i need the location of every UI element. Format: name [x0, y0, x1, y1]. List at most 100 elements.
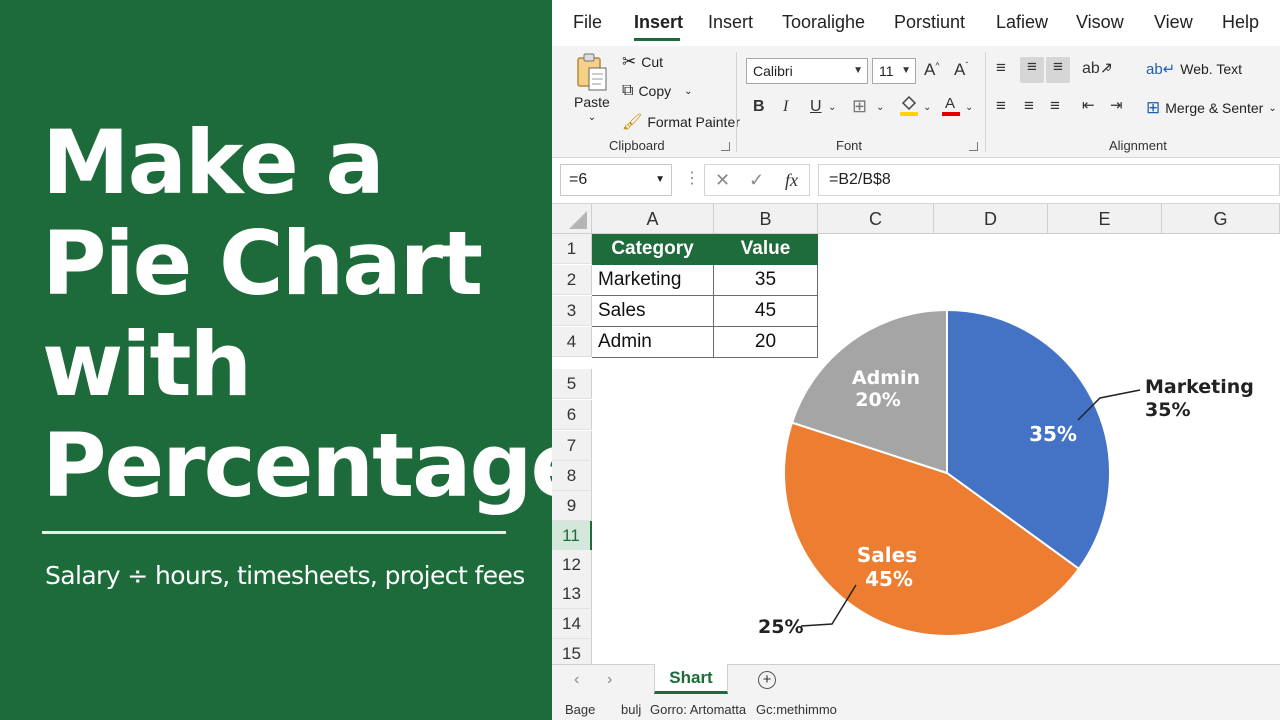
copy-button[interactable]: ⧉ Copy ⌄ [622, 82, 693, 100]
bold-button[interactable]: B [753, 98, 765, 116]
menu-file[interactable]: File [573, 12, 602, 33]
sheet-tab-shart[interactable]: Shart [654, 664, 728, 694]
pie-chart[interactable]: Admin 20% 35% Marketing 35% Sales 45% 25… [552, 204, 1280, 664]
status-bar: Bage bulj Gorro: Artomatta Gc:methimmo [552, 696, 1280, 720]
font-name-value: Calibri [753, 63, 793, 79]
paste-dropdown-icon[interactable]: ⌄ [588, 112, 596, 123]
copy-icon: ⧉ [622, 82, 634, 99]
align-left-icon[interactable]: ≡ [996, 96, 1006, 116]
menu-lafiew[interactable]: Lafiew [996, 12, 1048, 33]
merge-cells-icon: ⊞ [1146, 98, 1161, 117]
cancel-icon[interactable]: ✕ [715, 170, 730, 191]
headline-line-1: Make a [42, 111, 385, 214]
menu-porstiunt[interactable]: Porstiunt [894, 12, 965, 33]
borders-icon[interactable]: ⊞ [852, 96, 867, 117]
align-right-icon[interactable]: ≡ [1050, 96, 1060, 116]
wrap-text-button[interactable]: ab↵ Web. Text [1146, 60, 1242, 78]
menu-view[interactable]: View [1154, 12, 1193, 33]
menu-visow[interactable]: Visow [1076, 12, 1124, 33]
label-admin-pct: 20% [855, 389, 900, 411]
paste-button[interactable]: Paste ⌄ [574, 52, 610, 123]
font-color-button[interactable]: A [941, 94, 961, 123]
paste-icon [577, 53, 607, 91]
borders-dropdown-icon[interactable]: ⌄ [876, 102, 884, 113]
status-item-3: Gorro: Artomatta [650, 702, 747, 717]
label-admin-name: Admin [852, 367, 920, 389]
label-sales-pct: 45% [865, 567, 913, 591]
align-middle-icon[interactable]: ≡ [1020, 57, 1044, 83]
underline-button[interactable]: U [810, 98, 822, 116]
clipboard-group-label: Clipboard [609, 138, 665, 153]
formula-input[interactable]: =B2/B$8 [818, 164, 1280, 196]
decrease-indent-icon[interactable]: ⇤ [1082, 96, 1095, 114]
clipboard-launcher-icon[interactable] [721, 142, 730, 151]
svg-text:A: A [945, 95, 955, 112]
grow-font-button[interactable]: A^ [924, 60, 940, 80]
status-item-4: Gc:methimmo [756, 702, 837, 717]
name-box[interactable]: =6 ▼ [560, 164, 672, 196]
label-marketing-inside-pct: 35% [1029, 422, 1077, 446]
menu-insert[interactable]: Insert [708, 12, 753, 33]
promo-divider [42, 531, 506, 534]
scissors-icon: ✂ [622, 52, 637, 71]
merge-center-button[interactable]: ⊞ Merge & Senter ⌄ [1146, 98, 1277, 118]
italic-button[interactable]: I [783, 98, 788, 116]
align-bottom-icon[interactable]: ≡ [1046, 57, 1070, 83]
alignment-group-label: Alignment [1109, 138, 1167, 153]
font-color-icon: A [942, 95, 960, 116]
headline-line-2: Pie Chart [42, 212, 483, 315]
merge-dropdown-icon[interactable]: ⌄ [1268, 103, 1276, 114]
orientation-dropdown-icon[interactable]: ⌄ [1104, 63, 1112, 74]
font-size-value: 11 [879, 63, 894, 79]
add-sheet-icon[interactable]: + [758, 671, 776, 689]
font-name-dropdown-icon: ▼ [853, 65, 863, 76]
underline-dropdown-icon[interactable]: ⌄ [828, 102, 836, 113]
prev-sheet-icon[interactable]: ‹ [574, 671, 579, 689]
format-painter-button[interactable]: 🖌 Format Painter [622, 112, 740, 132]
menu-insert-active[interactable]: Insert [634, 12, 683, 33]
font-color-dropdown-icon[interactable]: ⌄ [965, 102, 973, 113]
fill-color-dropdown-icon[interactable]: ⌄ [923, 102, 931, 113]
formula-bar-buttons: ✕ ✓ fx [704, 164, 810, 196]
copy-label: Copy [638, 83, 672, 99]
cut-button[interactable]: ✂ Cut [622, 52, 663, 72]
promo-headline: Make a Pie Chart with Percentages [42, 111, 641, 516]
menu-help[interactable]: Help [1222, 12, 1259, 33]
format-painter-label: Format Painter [647, 114, 740, 130]
label-sales-callout-pct: 25% [758, 616, 803, 638]
copy-dropdown-icon[interactable]: ⌄ [684, 86, 692, 97]
wrap-text-icon: ab↵ [1146, 61, 1176, 78]
formula-bar: =6 ▼ ⋮ ✕ ✓ fx =B2/B$8 [552, 158, 1280, 204]
menu-bar: File Insert Insert Tooralighe Porstiunt … [552, 0, 1280, 46]
font-launcher-icon[interactable] [969, 142, 978, 151]
next-sheet-icon[interactable]: › [607, 671, 612, 689]
menu-tooralighe[interactable]: Tooralighe [782, 12, 865, 33]
status-item-2: bulj [621, 702, 642, 717]
headline-line-3: with [42, 313, 252, 416]
align-top-icon[interactable]: ≡ [996, 58, 1006, 78]
label-marketing-callout-pct: 35% [1145, 399, 1190, 421]
paste-label: Paste [574, 94, 610, 110]
label-marketing-callout-name: Marketing [1145, 376, 1254, 398]
label-sales-name: Sales [857, 543, 917, 567]
font-size-combo[interactable]: 11 ▼ [872, 58, 916, 84]
ribbon-separator [736, 52, 737, 152]
fill-bucket-icon [900, 95, 918, 116]
insert-function-icon[interactable]: fx [785, 170, 798, 191]
font-name-combo[interactable]: Calibri ▼ [746, 58, 868, 84]
grow-font-letter: A [924, 60, 936, 79]
worksheet-grid: A B C D E G 1 2 3 4 5 6 7 8 9 11 12 13 1… [552, 204, 1280, 669]
name-box-dropdown-icon: ▼ [655, 174, 665, 185]
shrink-font-button[interactable]: Aˇ [954, 60, 968, 80]
font-group-label: Font [836, 138, 863, 153]
increase-indent-icon[interactable]: ⇥ [1110, 96, 1123, 114]
fill-color-button[interactable] [899, 94, 919, 123]
align-center-icon[interactable]: ≡ [1024, 96, 1034, 116]
ribbon: Paste ⌄ ✂ Cut ⧉ Copy ⌄ 🖌 Format Painter … [552, 46, 1280, 158]
name-box-value: =6 [569, 171, 588, 188]
sheet-tabs-bar: ‹ › Shart + [552, 664, 1280, 696]
enter-checkmark-icon[interactable]: ✓ [749, 170, 764, 191]
active-menu-indicator [634, 38, 680, 41]
promo-subtitle: Salary ÷ hours, timesheets, project fees [45, 561, 525, 590]
formula-bar-grip-icon: ⋮ [684, 170, 700, 187]
